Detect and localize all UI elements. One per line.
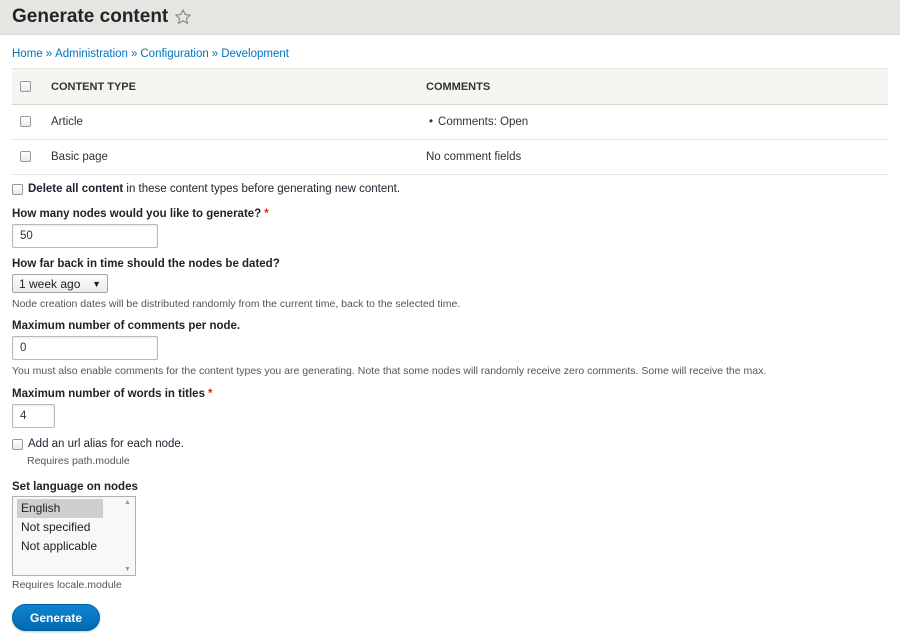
- content-types-table: CONTENT TYPE COMMENTS Article Comments: …: [12, 68, 888, 175]
- required-marker: *: [264, 208, 269, 220]
- language-option-not-applicable[interactable]: Not applicable: [17, 537, 103, 556]
- nodes-label: How many nodes would you like to generat…: [12, 208, 262, 220]
- time-range-description: Node creation dates will be distributed …: [12, 298, 461, 310]
- nodes-field: How many nodes would you like to generat…: [12, 208, 269, 248]
- breadcrumb: Home» Administration» Configuration» Develo…: [12, 48, 289, 60]
- comments-status: No comment fields: [425, 139, 888, 175]
- content-type-name: Basic page: [50, 139, 425, 175]
- scroll-up-icon[interactable]: ▲: [122, 499, 133, 506]
- language-listbox[interactable]: English Not specified Not applicable ▲ ▼: [12, 496, 136, 576]
- url-alias-option: Add an url alias for each node. Requires…: [12, 438, 184, 467]
- breadcrumb-separator: »: [211, 48, 219, 60]
- breadcrumb-separator: »: [45, 48, 53, 60]
- delete-all-label-rest: in these content types before generating…: [123, 183, 401, 195]
- title-words-input[interactable]: 4: [12, 404, 55, 428]
- nodes-input[interactable]: 50: [12, 224, 158, 248]
- title-bar: Generate content: [0, 0, 900, 35]
- required-marker: *: [207, 388, 213, 400]
- language-option-not-specified[interactable]: Not specified: [17, 518, 103, 537]
- time-range-label: How far back in time should the nodes be…: [12, 258, 280, 270]
- comments-header: COMMENTS: [425, 68, 888, 105]
- table-row: Article Comments: Open: [12, 104, 888, 140]
- breadcrumb-development[interactable]: Development: [221, 48, 289, 60]
- language-label: Set language on nodes: [12, 481, 138, 493]
- title-words-field: Maximum number of words in titles * 4: [12, 388, 212, 428]
- comments-label: Maximum number of comments per node.: [12, 320, 241, 332]
- caret-down-icon: ▼: [92, 278, 101, 289]
- delete-all-label-bold: Delete all content: [28, 183, 124, 195]
- content-type-name: Article: [50, 104, 425, 140]
- time-range-selected: 1 week ago: [19, 276, 81, 291]
- comments-input[interactable]: 0: [12, 336, 158, 360]
- url-alias-label: Add an url alias for each node.: [28, 438, 184, 450]
- article-checkbox[interactable]: [20, 116, 31, 128]
- basic-page-checkbox[interactable]: [20, 151, 31, 163]
- scroll-down-icon[interactable]: ▼: [122, 566, 133, 573]
- url-alias-checkbox[interactable]: [12, 438, 23, 450]
- comments-field: Maximum number of comments per node. 0 Y…: [12, 320, 766, 377]
- table-header-row: CONTENT TYPE COMMENTS: [12, 68, 888, 105]
- content-type-header: CONTENT TYPE: [50, 68, 425, 105]
- url-alias-description: Requires path.module: [27, 455, 130, 467]
- language-field: Set language on nodes English Not specif…: [12, 481, 138, 591]
- breadcrumb-administration[interactable]: Administration: [55, 48, 128, 60]
- delete-all-checkbox[interactable]: [12, 183, 23, 195]
- select-all-checkbox[interactable]: [20, 81, 31, 93]
- breadcrumb-separator: »: [130, 48, 138, 60]
- comments-description: You must also enable comments for the co…: [12, 365, 767, 377]
- language-option-english[interactable]: English: [17, 499, 103, 518]
- star-outline-icon[interactable]: [174, 8, 192, 26]
- breadcrumb-home[interactable]: Home: [12, 48, 43, 60]
- listbox-scrollbar[interactable]: ▲ ▼: [122, 499, 133, 573]
- title-words-label: Maximum number of words in titles: [12, 388, 205, 400]
- time-range-field: How far back in time should the nodes be…: [12, 258, 460, 310]
- delete-all-option: Delete all content in these content type…: [12, 183, 400, 195]
- breadcrumb-configuration[interactable]: Configuration: [140, 48, 208, 60]
- comments-status: Comments: Open: [426, 116, 528, 128]
- page-title: Generate content: [12, 6, 169, 27]
- time-range-select[interactable]: 1 week ago ▼: [12, 274, 108, 293]
- table-row: Basic page No comment fields: [12, 139, 888, 175]
- language-description: Requires locale.module: [12, 579, 122, 591]
- generate-button[interactable]: Generate: [12, 604, 100, 631]
